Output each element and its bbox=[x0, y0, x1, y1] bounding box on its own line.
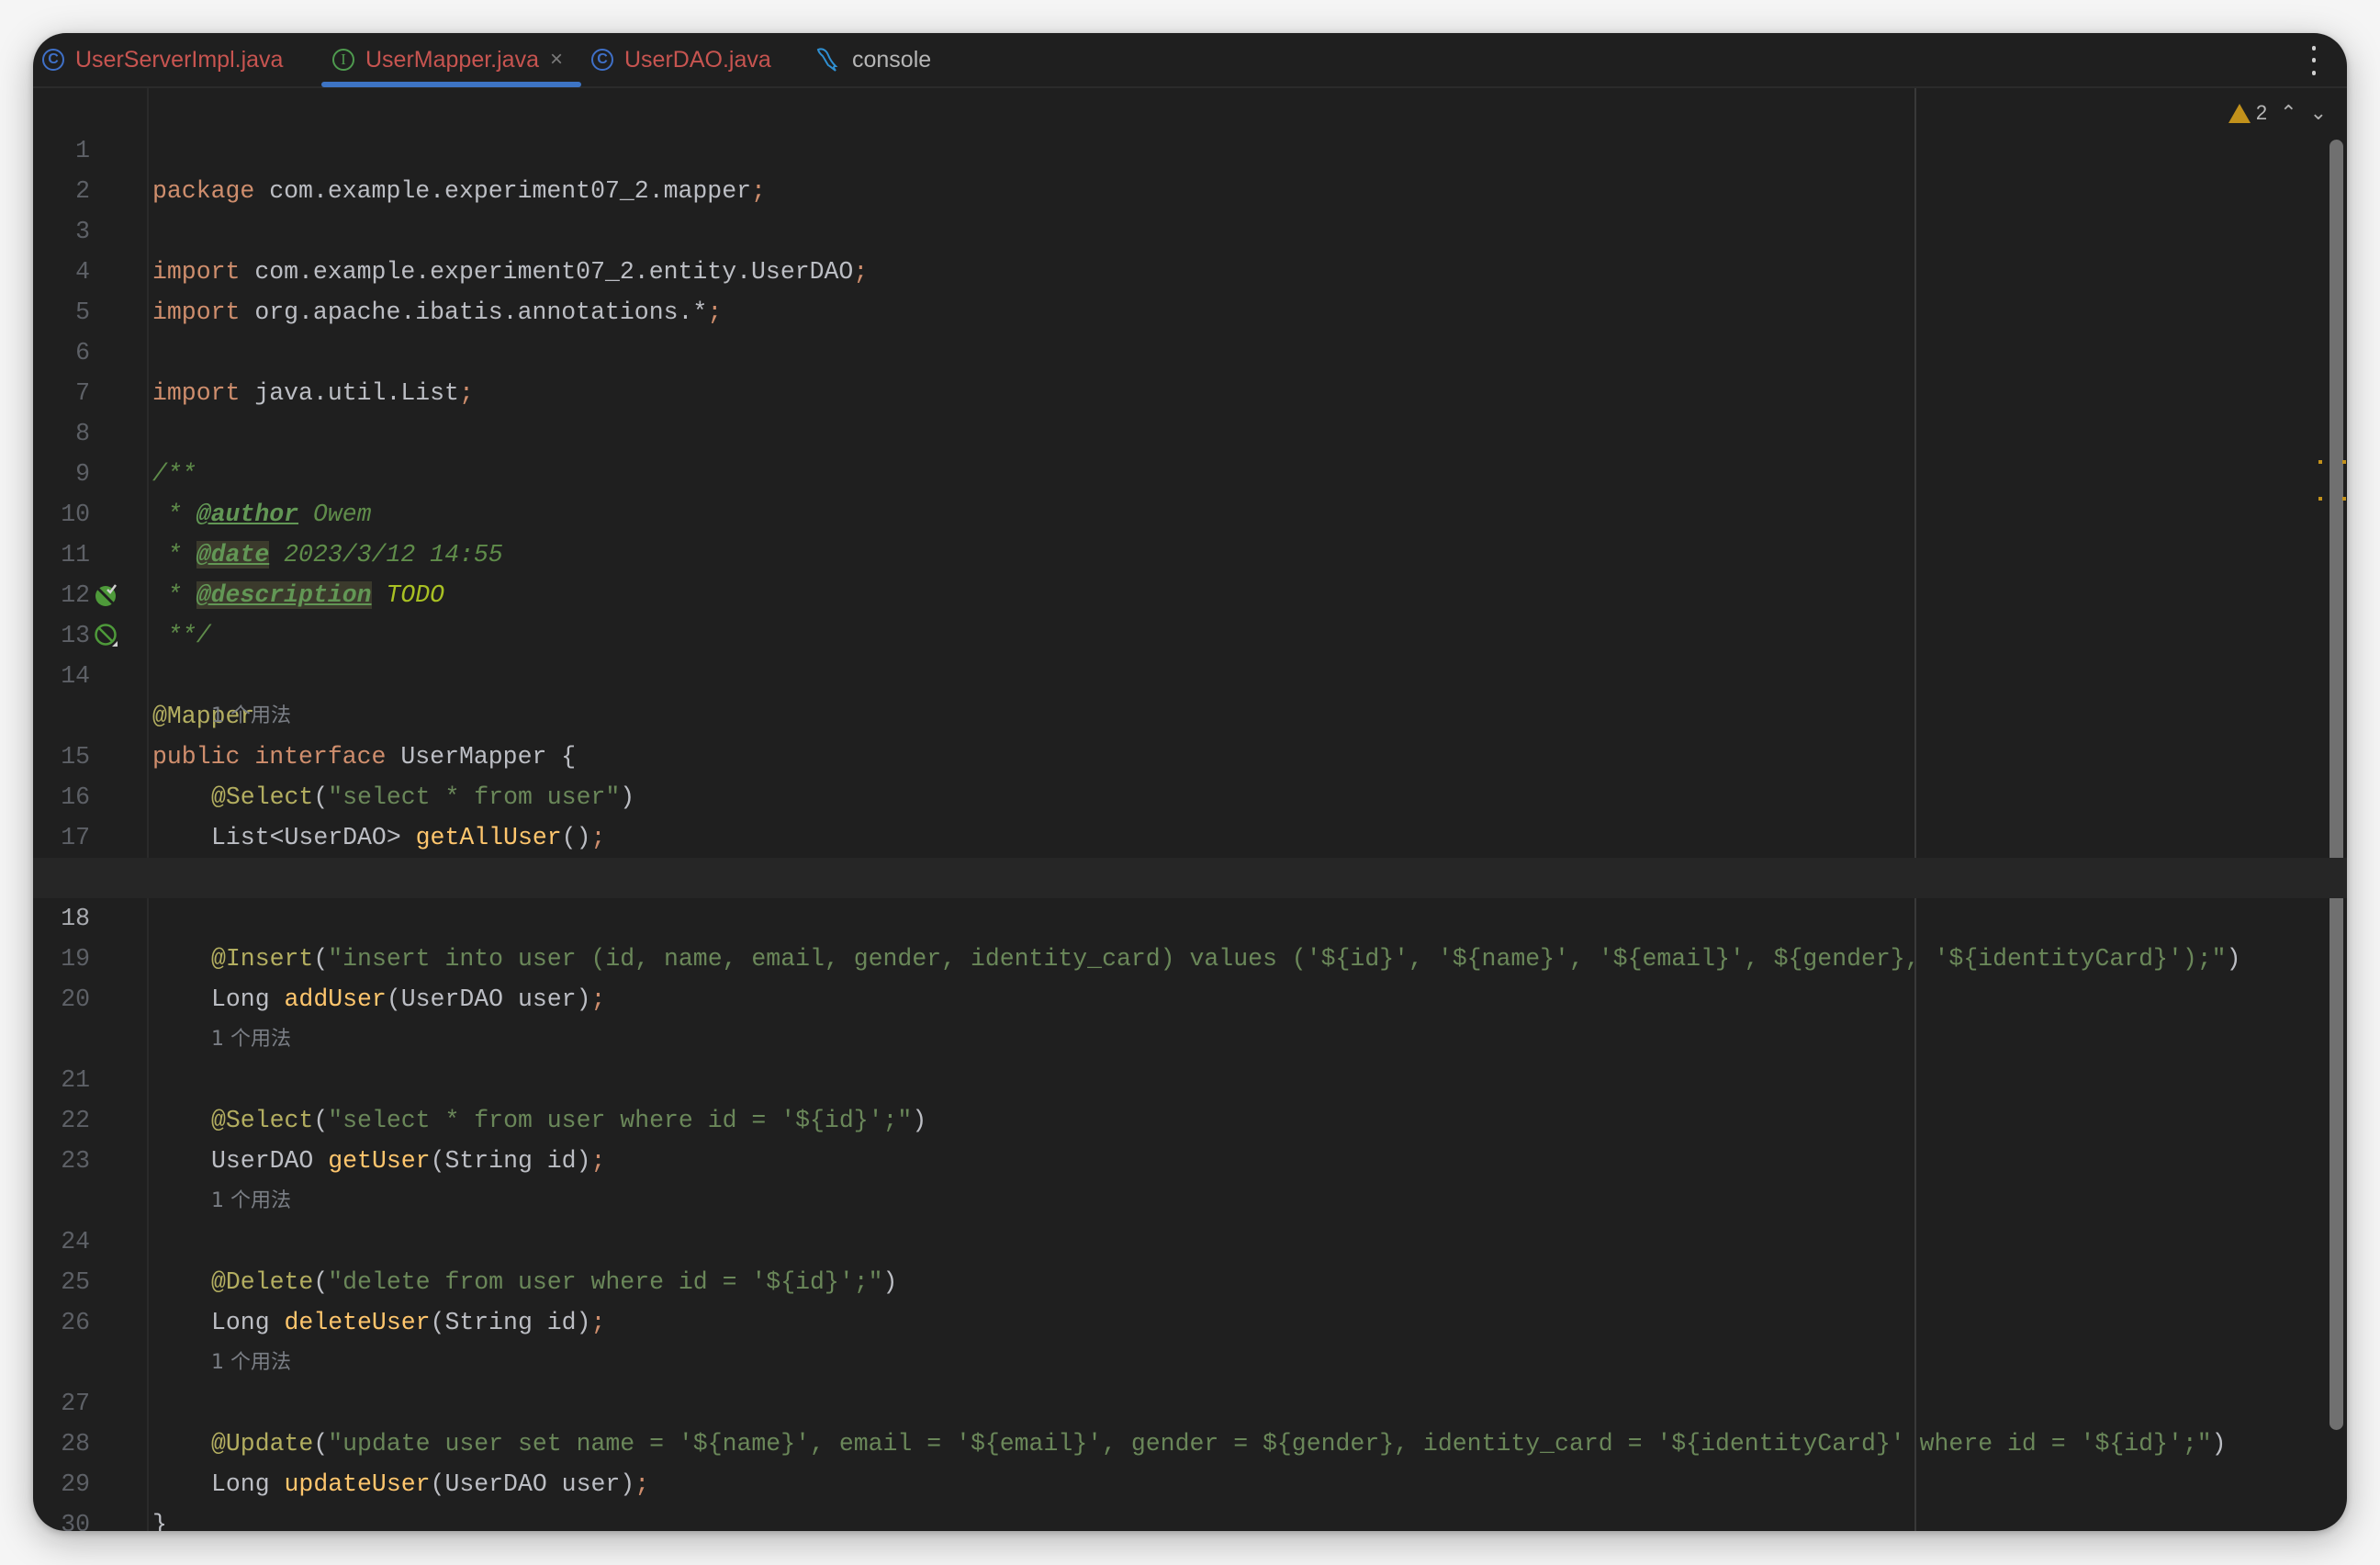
code-line[interactable]: 21 @Select("select * from user where id … bbox=[33, 1019, 2347, 1134]
code-line[interactable]: 3 import com.example.experiment07_2.enti… bbox=[33, 171, 2347, 286]
line-number: 30 bbox=[61, 1511, 90, 1531]
mysql-dolphin-icon bbox=[816, 48, 838, 72]
code-editor[interactable]: 2 ⌃ ⌄ 1 package com.example.experiment07… bbox=[33, 88, 2347, 1531]
usage-hint-row: 1 个用法 bbox=[33, 817, 2347, 889]
code-line[interactable]: 22 UserDAO getUser(String id); bbox=[33, 1060, 2347, 1175]
class-icon: C bbox=[591, 49, 613, 71]
code-line-current[interactable]: 18 @Insert("insert into user (id, name, … bbox=[33, 858, 2347, 973]
code-line[interactable]: 7 bbox=[33, 332, 2347, 407]
code-line[interactable]: 8 /** bbox=[33, 373, 2347, 488]
code-line[interactable]: 9 * @author Owem bbox=[33, 413, 2347, 528]
code-line[interactable]: 10 * @date 2023/3/12 14:55 bbox=[33, 454, 2347, 569]
tab-label: UserDAO.java bbox=[624, 46, 771, 73]
code-line[interactable]: 13 @Mapper bbox=[33, 575, 2347, 730]
code-line[interactable]: 16 List<UserDAO> getAllUser(); bbox=[33, 737, 2347, 851]
usage-hint-row: 1 个用法 bbox=[33, 979, 2347, 1051]
code-line[interactable]: 23 bbox=[33, 1100, 2347, 1175]
tab-label: UserServerImpl.java bbox=[75, 46, 284, 73]
code-line[interactable]: 15 @Select("select * from user") bbox=[33, 696, 2347, 811]
code-line[interactable]: 11 * @description TODO bbox=[33, 494, 2347, 609]
code-line[interactable]: 20 bbox=[33, 939, 2347, 1013]
usage-hint-row: 1 个用法 bbox=[33, 656, 2347, 727]
mybatis-mapper-gutter-icon[interactable] bbox=[94, 582, 119, 608]
code-line[interactable]: 1 package com.example.experiment07_2.map… bbox=[33, 90, 2347, 205]
usage-hint-row: 1 个用法 bbox=[33, 1141, 2347, 1212]
class-icon: C bbox=[42, 49, 64, 71]
code-text: } bbox=[152, 1511, 167, 1531]
code-line[interactable]: 4 import org.apache.ibatis.annotations.*… bbox=[33, 211, 2347, 326]
code-line[interactable]: 28 Long updateUser(UserDAO user); bbox=[33, 1383, 2347, 1498]
tab-label: console bbox=[852, 46, 932, 73]
code-line[interactable]: 12 **/ bbox=[33, 535, 2347, 649]
tab-userserverimpl[interactable]: C UserServerImpl.java bbox=[42, 33, 283, 86]
tab-usermapper[interactable]: I UserMapper.java × bbox=[332, 33, 563, 86]
close-icon[interactable]: × bbox=[550, 47, 563, 73]
code-line[interactable]: 6 import java.util.List; bbox=[33, 292, 2347, 407]
usage-hint-row: 1 个用法 bbox=[33, 1302, 2347, 1374]
code-line[interactable]: 5 bbox=[33, 252, 2347, 326]
code-line[interactable]: 26 bbox=[33, 1262, 2347, 1336]
editor-tab-bar: C UserServerImpl.java I UserMapper.java … bbox=[33, 33, 2347, 88]
code-line[interactable]: 19 Long addUser(UserDAO user); bbox=[33, 898, 2347, 1013]
code-line[interactable]: 29 } bbox=[33, 1424, 2347, 1531]
code-line[interactable]: 17 bbox=[33, 777, 2347, 851]
tab-console[interactable]: console bbox=[815, 33, 931, 86]
code-line[interactable]: 14 public interface UserMapper { bbox=[33, 615, 2347, 771]
active-tab-indicator bbox=[321, 82, 581, 87]
code-line[interactable]: 24 @Delete("delete from user where id = … bbox=[33, 1181, 2347, 1296]
code-line[interactable]: 30 bbox=[33, 1464, 2347, 1531]
tab-userdao[interactable]: C UserDAO.java bbox=[591, 33, 771, 86]
mybatis-interface-gutter-icon[interactable] bbox=[94, 623, 119, 648]
tab-label: UserMapper.java bbox=[365, 46, 539, 73]
code-line[interactable]: 25 Long deleteUser(String id); bbox=[33, 1222, 2347, 1336]
code-line[interactable]: 2 bbox=[33, 130, 2347, 205]
interface-icon: I bbox=[332, 49, 354, 71]
ide-window: C UserServerImpl.java I UserMapper.java … bbox=[33, 33, 2347, 1531]
code-line[interactable]: 27 @Update("update user set name = '${na… bbox=[33, 1343, 2347, 1458]
more-options-icon[interactable] bbox=[2308, 42, 2319, 79]
